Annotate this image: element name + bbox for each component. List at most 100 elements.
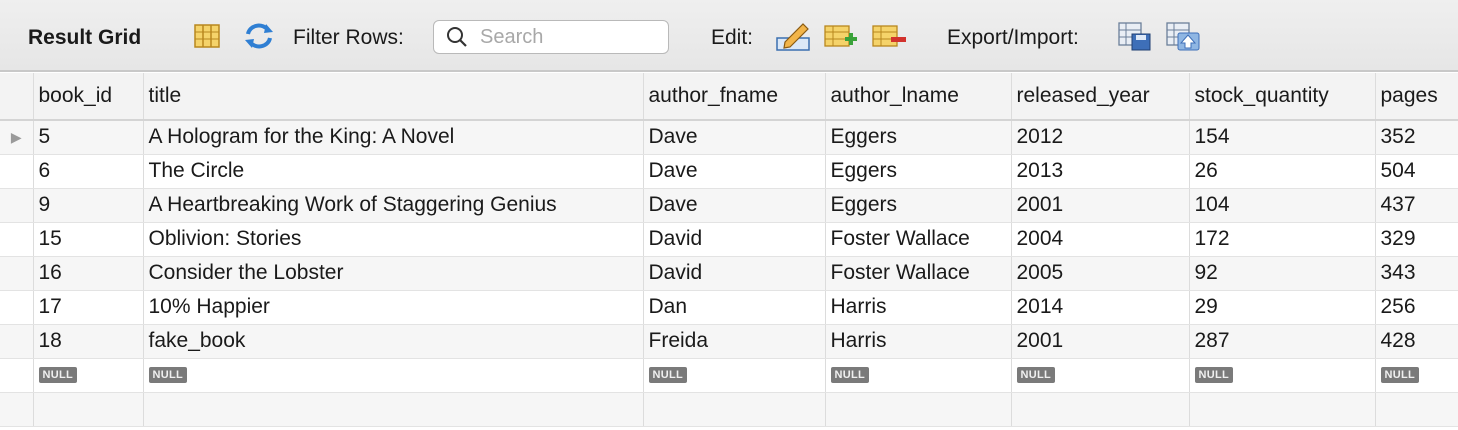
table-cell[interactable]: Harris bbox=[825, 324, 1012, 359]
row-marker bbox=[0, 358, 34, 393]
table-cell[interactable]: 16 bbox=[33, 256, 144, 291]
table-cell[interactable]: 437 bbox=[1375, 188, 1458, 223]
edit-label: Edit: bbox=[711, 26, 754, 49]
table-cell[interactable]: Freida bbox=[643, 324, 826, 359]
table-cell[interactable]: 29 bbox=[1189, 290, 1376, 325]
table-cell[interactable]: 5 bbox=[33, 120, 144, 155]
table-cell[interactable]: NULL bbox=[1011, 358, 1190, 393]
import-icon[interactable] bbox=[1165, 20, 1201, 52]
table-cell[interactable]: A Heartbreaking Work of Staggering Geniu… bbox=[143, 188, 644, 223]
table-row[interactable]: 18 fake_book Freida Harris 2001 287 428 bbox=[0, 324, 1458, 359]
table-row[interactable]: 17 10% Happier Dan Harris 2014 29 256 bbox=[0, 290, 1458, 325]
column-header[interactable]: author_lname bbox=[825, 73, 1012, 121]
table-cell[interactable]: 9 bbox=[33, 188, 144, 223]
filter-search-input[interactable] bbox=[478, 24, 662, 50]
table-cell[interactable]: 256 bbox=[1375, 290, 1458, 325]
table-cell[interactable]: 2001 bbox=[1011, 188, 1190, 223]
export-icon[interactable] bbox=[1117, 20, 1153, 52]
column-header[interactable]: stock_quantity bbox=[1189, 73, 1376, 121]
table-cell[interactable]: NULL bbox=[1375, 358, 1458, 393]
column-header[interactable]: pages bbox=[1375, 73, 1458, 121]
table-cell[interactable]: 2005 bbox=[1011, 256, 1190, 291]
table-cell[interactable]: fake_book bbox=[143, 324, 644, 359]
table-cell[interactable]: 6 bbox=[33, 154, 144, 189]
null-badge: NULL bbox=[648, 367, 688, 384]
toggle-columns-icon[interactable] bbox=[193, 20, 223, 52]
export-import-label: Export/Import: bbox=[947, 26, 1079, 49]
result-grid-table: book_id title author_fname author_lname … bbox=[0, 73, 1458, 427]
table-row[interactable]: ▶ 5 A Hologram for the King: A Novel Dav… bbox=[0, 120, 1458, 155]
table-cell[interactable]: Dave bbox=[643, 188, 826, 223]
row-marker-header bbox=[0, 73, 34, 121]
column-header[interactable]: author_fname bbox=[643, 73, 826, 121]
table-cell[interactable]: 2001 bbox=[1011, 324, 1190, 359]
table-cell[interactable]: David bbox=[643, 222, 826, 257]
table-cell[interactable]: 329 bbox=[1375, 222, 1458, 257]
row-marker bbox=[0, 256, 34, 291]
table-cell[interactable]: 287 bbox=[1189, 324, 1376, 359]
row-marker bbox=[0, 324, 34, 359]
table-cell[interactable]: Eggers bbox=[825, 120, 1012, 155]
table-row[interactable]: 15 Oblivion: Stories David Foster Wallac… bbox=[0, 222, 1458, 257]
table-row[interactable]: 6 The Circle Dave Eggers 2013 26 504 bbox=[0, 154, 1458, 189]
table-cell[interactable]: 2004 bbox=[1011, 222, 1190, 257]
table-cell[interactable]: A Hologram for the King: A Novel bbox=[143, 120, 644, 155]
table-cell[interactable]: 504 bbox=[1375, 154, 1458, 189]
table-cell bbox=[825, 392, 1012, 427]
table-cell[interactable]: Dave bbox=[643, 120, 826, 155]
column-header[interactable]: released_year bbox=[1011, 73, 1190, 121]
table-cell[interactable]: 104 bbox=[1189, 188, 1376, 223]
row-marker bbox=[0, 154, 34, 189]
table-cell[interactable]: 352 bbox=[1375, 120, 1458, 155]
table-cell[interactable]: 172 bbox=[1189, 222, 1376, 257]
table-row[interactable]: 16 Consider the Lobster David Foster Wal… bbox=[0, 256, 1458, 291]
table-cell[interactable]: 15 bbox=[33, 222, 144, 257]
table-cell[interactable]: Dan bbox=[643, 290, 826, 325]
table-cell[interactable]: 10% Happier bbox=[143, 290, 644, 325]
table-cell[interactable]: 17 bbox=[33, 290, 144, 325]
table-cell[interactable]: 343 bbox=[1375, 256, 1458, 291]
table-cell bbox=[143, 392, 644, 427]
table-cell bbox=[643, 392, 826, 427]
null-badge: NULL bbox=[1380, 367, 1420, 384]
table-cell[interactable]: NULL bbox=[643, 358, 826, 393]
table-cell[interactable]: 2012 bbox=[1011, 120, 1190, 155]
table-cell[interactable]: 26 bbox=[1189, 154, 1376, 189]
table-cell bbox=[1189, 392, 1376, 427]
refresh-icon[interactable] bbox=[242, 20, 273, 52]
table-cell[interactable]: Consider the Lobster bbox=[143, 256, 644, 291]
null-badge: NULL bbox=[1194, 367, 1234, 384]
add-row-icon[interactable] bbox=[823, 20, 859, 52]
table-cell[interactable]: 428 bbox=[1375, 324, 1458, 359]
delete-row-icon[interactable] bbox=[871, 20, 907, 52]
table-cell[interactable]: Eggers bbox=[825, 188, 1012, 223]
table-cell[interactable]: Dave bbox=[643, 154, 826, 189]
table-row[interactable]: 9 A Heartbreaking Work of Staggering Gen… bbox=[0, 188, 1458, 223]
table-cell[interactable]: Foster Wallace bbox=[825, 222, 1012, 257]
filter-rows-label: Filter Rows: bbox=[293, 26, 404, 49]
table-cell[interactable]: 2014 bbox=[1011, 290, 1190, 325]
table-cell[interactable]: Harris bbox=[825, 290, 1012, 325]
table-cell[interactable]: NULL bbox=[143, 358, 644, 393]
header-row: book_id title author_fname author_lname … bbox=[0, 73, 1458, 121]
null-badge: NULL bbox=[1016, 367, 1056, 384]
column-header[interactable]: book_id bbox=[33, 73, 144, 121]
table-cell[interactable]: NULL bbox=[825, 358, 1012, 393]
table-cell[interactable]: The Circle bbox=[143, 154, 644, 189]
result-grid-toolbar: Result Grid Filter Rows: Edit: bbox=[0, 0, 1458, 72]
search-icon bbox=[447, 27, 467, 47]
table-cell[interactable]: 154 bbox=[1189, 120, 1376, 155]
table-cell[interactable]: NULL bbox=[1189, 358, 1376, 393]
table-cell[interactable]: David bbox=[643, 256, 826, 291]
edit-row-icon[interactable] bbox=[775, 20, 811, 52]
table-cell[interactable]: Oblivion: Stories bbox=[143, 222, 644, 257]
table-cell[interactable]: 18 bbox=[33, 324, 144, 359]
table-cell[interactable]: 2013 bbox=[1011, 154, 1190, 189]
column-header[interactable]: title bbox=[143, 73, 644, 121]
table-cell[interactable]: NULL bbox=[33, 358, 144, 393]
new-row[interactable]: NULL NULL NULL NULL NULL NULL NULL bbox=[0, 358, 1458, 393]
filter-search-field[interactable] bbox=[433, 20, 669, 54]
table-cell[interactable]: 92 bbox=[1189, 256, 1376, 291]
table-cell[interactable]: Eggers bbox=[825, 154, 1012, 189]
table-cell[interactable]: Foster Wallace bbox=[825, 256, 1012, 291]
